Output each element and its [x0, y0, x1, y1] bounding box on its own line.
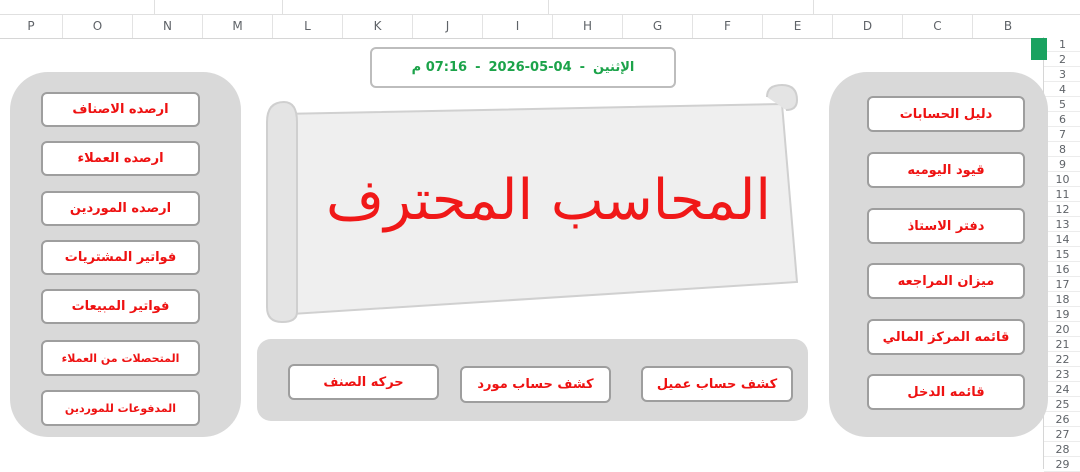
- supplier-payments-button[interactable]: المدفوعات للموردين: [41, 390, 200, 426]
- row-24[interactable]: 24: [1044, 382, 1080, 397]
- row-22[interactable]: 22: [1044, 352, 1080, 367]
- date-separator: -: [579, 60, 586, 75]
- column-O[interactable]: O: [63, 15, 133, 38]
- row-4[interactable]: 4: [1044, 82, 1080, 97]
- time-value: 07:16 م: [411, 60, 468, 75]
- income-statement-button[interactable]: قائمه الدخل: [867, 374, 1025, 410]
- customer-statement-button[interactable]: كشف حساب عميل: [641, 366, 793, 402]
- supplier-statement-button[interactable]: كشف حساب مورد: [460, 366, 611, 403]
- time-separator: -: [475, 60, 481, 75]
- item-movement-button[interactable]: حركه الصنف: [288, 364, 439, 400]
- item-balances-button[interactable]: ارصده الاصناف: [41, 92, 200, 127]
- row-5[interactable]: 5: [1044, 97, 1080, 112]
- column-N[interactable]: N: [133, 15, 203, 38]
- column-G[interactable]: G: [623, 15, 693, 38]
- column-K[interactable]: K: [343, 15, 413, 38]
- row-19[interactable]: 19: [1044, 307, 1080, 322]
- date-value: 2026-05-04: [488, 60, 572, 75]
- purchase-invoices-button[interactable]: فواتير المشتريات: [41, 240, 200, 275]
- row-1[interactable]: 1: [1044, 37, 1080, 52]
- customer-balances-button[interactable]: ارصده العملاء: [41, 141, 200, 176]
- toolbar-cell: [0, 0, 155, 15]
- row-11[interactable]: 11: [1044, 187, 1080, 202]
- column-P[interactable]: P: [0, 15, 63, 38]
- toolbar-cell: [548, 0, 814, 15]
- journal-entries-button[interactable]: قيود اليوميه: [867, 152, 1025, 188]
- column-L[interactable]: L: [273, 15, 343, 38]
- row-28[interactable]: 28: [1044, 442, 1080, 457]
- row-header: 1 2 3 4 5 6 7 8 9 10 11 12 13 14 15 16 1…: [1043, 37, 1080, 472]
- customer-receipts-button[interactable]: المتحصلات من العملاء: [41, 340, 200, 376]
- chart-of-accounts-button[interactable]: دليل الحسابات: [867, 96, 1025, 132]
- row-3[interactable]: 3: [1044, 67, 1080, 82]
- balance-sheet-button[interactable]: قائمه المركز المالي: [867, 319, 1025, 355]
- column-D[interactable]: D: [833, 15, 903, 38]
- row-2[interactable]: 2: [1044, 52, 1080, 67]
- trial-balance-button[interactable]: ميزان المراجعه: [867, 263, 1025, 299]
- column-I[interactable]: I: [483, 15, 553, 38]
- column-H[interactable]: H: [553, 15, 623, 38]
- column-E[interactable]: E: [763, 15, 833, 38]
- row-17[interactable]: 17: [1044, 277, 1080, 292]
- row-16[interactable]: 16: [1044, 262, 1080, 277]
- scroll-left-roll: [266, 100, 298, 324]
- row-14[interactable]: 14: [1044, 232, 1080, 247]
- column-C[interactable]: C: [903, 15, 973, 38]
- supplier-balances-button[interactable]: ارصده الموردين: [41, 191, 200, 226]
- row-8[interactable]: 8: [1044, 142, 1080, 157]
- app-title: المحاسب المحترف: [326, 167, 771, 233]
- row-27[interactable]: 27: [1044, 427, 1080, 442]
- row-6[interactable]: 6: [1044, 112, 1080, 127]
- row-23[interactable]: 23: [1044, 367, 1080, 382]
- row-20[interactable]: 20: [1044, 322, 1080, 337]
- row-9[interactable]: 9: [1044, 157, 1080, 172]
- day-name: الإثنين: [593, 60, 635, 75]
- column-J[interactable]: J: [413, 15, 483, 38]
- row-26[interactable]: 26: [1044, 412, 1080, 427]
- selection-handle[interactable]: [1031, 38, 1047, 60]
- column-M[interactable]: M: [203, 15, 273, 38]
- row-12[interactable]: 12: [1044, 202, 1080, 217]
- row-15[interactable]: 15: [1044, 247, 1080, 262]
- formula-bar-strip: [0, 0, 1080, 15]
- column-header: P O N M L K J I H G F E D C B: [0, 15, 1043, 39]
- row-25[interactable]: 25: [1044, 397, 1080, 412]
- row-7[interactable]: 7: [1044, 127, 1080, 142]
- row-21[interactable]: 21: [1044, 337, 1080, 352]
- row-29[interactable]: 29: [1044, 457, 1080, 472]
- sales-invoices-button[interactable]: فواتير المبيعات: [41, 289, 200, 324]
- row-10[interactable]: 10: [1044, 172, 1080, 187]
- column-F[interactable]: F: [693, 15, 763, 38]
- toolbar-cell: [282, 0, 549, 15]
- column-B[interactable]: B: [973, 15, 1043, 38]
- row-18[interactable]: 18: [1044, 292, 1080, 307]
- row-13[interactable]: 13: [1044, 217, 1080, 232]
- general-ledger-button[interactable]: دفتر الاستاذ: [867, 208, 1025, 244]
- toolbar-cell: [154, 0, 283, 15]
